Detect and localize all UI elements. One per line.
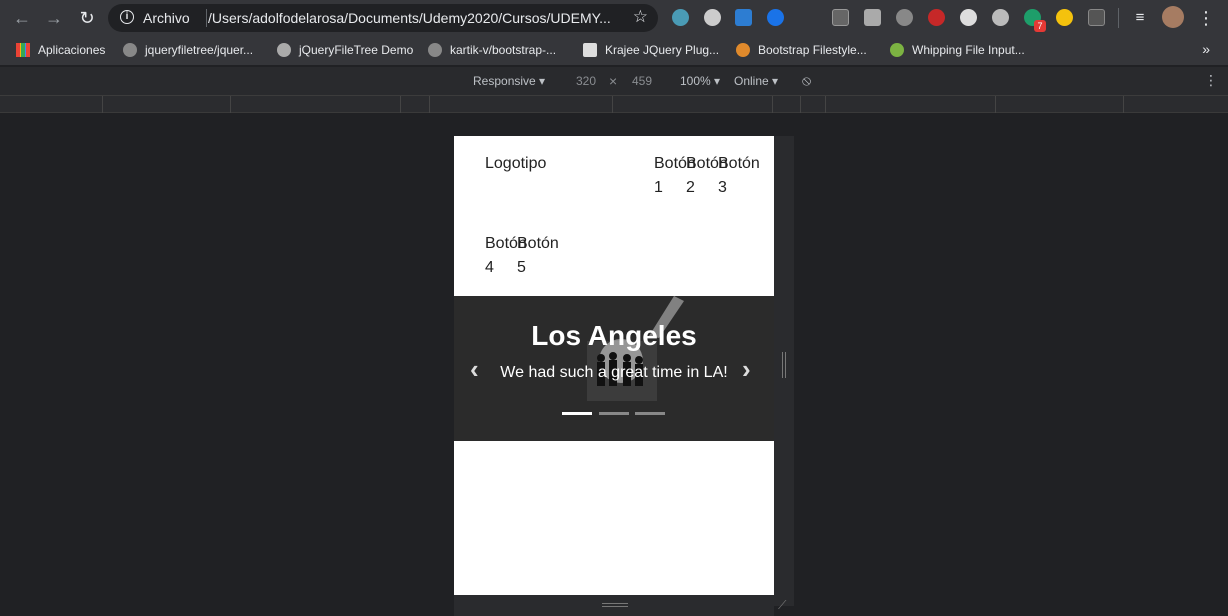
reload-icon[interactable]: ↻ (75, 6, 99, 30)
extension-search-icon[interactable] (1056, 9, 1073, 26)
bookmark-jqueryfiletree-demo[interactable]: jQueryFileTree Demo (277, 42, 413, 60)
bookmark-jqueryfiletree[interactable]: jqueryfiletree/jquer... (123, 42, 253, 60)
resize-handle-right[interactable] (774, 136, 794, 606)
github-icon (123, 43, 137, 57)
device-select[interactable]: Responsive ▾ (473, 74, 545, 88)
browser-toolbar: ← → ↻ i Archivo /Users/adolfodelarosa/Do… (0, 0, 1228, 36)
profile-avatar[interactable] (1162, 6, 1184, 28)
extension-table-icon[interactable] (864, 9, 881, 26)
reading-list-icon[interactable]: ≡ (1128, 6, 1152, 30)
carousel-title: Los Angeles (531, 320, 697, 351)
device-toolbar-menu-icon[interactable]: ⋮ (1204, 72, 1218, 89)
ruler-segment (996, 96, 1124, 113)
chrome-menu-icon[interactable]: ⋮ (1194, 6, 1218, 30)
krajee-k-icon (583, 43, 597, 57)
filestyle-icon (736, 43, 750, 57)
carousel-indicator-1[interactable] (562, 412, 592, 415)
emulated-page: Logotipo Botón 1 Botón 2 Botón 3 Botón 4… (454, 136, 774, 595)
back-arrow-icon[interactable]: ← (10, 6, 34, 30)
carousel-indicators (562, 412, 666, 415)
carousel-prev-icon[interactable]: ‹ (470, 354, 479, 385)
site-info-icon[interactable]: i (120, 10, 134, 24)
page-logo: Logotipo (485, 155, 547, 172)
carousel-indicator-3[interactable] (635, 412, 665, 415)
carousel-caption: We had such a great time in LA! (500, 364, 728, 381)
nav-button-5[interactable]: Botón 5 (517, 232, 563, 280)
resize-handle-bottom[interactable] (454, 595, 774, 616)
resize-grip (602, 603, 628, 607)
media-query-ruler (0, 96, 1228, 113)
extension-check-icon[interactable] (767, 9, 784, 26)
bookmark-star-icon[interactable]: ☆ (633, 7, 648, 27)
address-bar[interactable]: i Archivo /Users/adolfodelarosa/Document… (108, 4, 658, 32)
bookmark-kartik-bootstrap[interactable]: kartik-v/bootstrap-... (428, 42, 556, 60)
resize-corner-icon[interactable]: ⟋ (778, 598, 786, 613)
nav-button-3[interactable]: Botón 3 (718, 152, 764, 200)
nav-button-4[interactable]: Botón 4 (485, 232, 527, 280)
network-throttle-select[interactable]: Online ▾ (734, 74, 778, 88)
ruler-segment (613, 96, 773, 113)
leaf-icon (890, 43, 904, 57)
bookmark-aplicaciones[interactable]: Aplicaciones (16, 42, 105, 60)
bookmark-whipping-file-input[interactable]: Whipping File Input... (890, 42, 1025, 60)
github-icon (428, 43, 442, 57)
address-url[interactable]: /Users/adolfodelarosa/Documents/Udemy202… (208, 10, 611, 26)
ruler-segment (231, 96, 401, 113)
nav-button-1[interactable]: Botón 1 (654, 152, 696, 200)
apps-grid-icon (16, 43, 30, 57)
extension-1-icon[interactable] (672, 9, 689, 26)
viewport-width[interactable]: 320 (576, 74, 596, 88)
bookmark-bootstrap-filestyle[interactable]: Bootstrap Filestyle... (736, 42, 867, 60)
extension-2-icon[interactable] (704, 9, 721, 26)
ruler-segment (103, 96, 231, 113)
extension-terminal-icon[interactable] (832, 9, 849, 26)
bookmarks-overflow-icon[interactable]: » (1202, 41, 1210, 57)
extension-moon-icon[interactable] (960, 9, 977, 26)
extension-circle-icon[interactable] (896, 9, 913, 26)
ruler-segment (430, 96, 613, 113)
toolbar-divider (1118, 8, 1119, 28)
forward-arrow-icon[interactable]: → (42, 6, 66, 30)
carousel-indicator-2[interactable] (599, 412, 629, 415)
device-toolbar: Responsive ▾ 320 × 459 100% ▾ Online ▾ ⦸… (0, 67, 1228, 96)
dimension-times: × (609, 73, 618, 89)
nav-button-2[interactable]: Botón 2 (686, 152, 728, 200)
ruler-segment (773, 96, 801, 113)
resize-grip (782, 352, 786, 378)
bookmark-krajee[interactable]: Krajee JQuery Plug... (583, 42, 719, 60)
viewport-height[interactable]: 459 (632, 74, 652, 88)
ruler-segment (826, 96, 996, 113)
ruler-segment (801, 96, 826, 113)
ruler-segment (401, 96, 430, 113)
extension-s-icon[interactable] (735, 9, 752, 26)
extension-target-icon[interactable] (992, 9, 1009, 26)
zoom-select[interactable]: 100% ▾ (680, 74, 720, 88)
extension-off-icon[interactable] (928, 9, 945, 26)
globe-icon (277, 43, 291, 57)
address-divider (206, 9, 207, 27)
address-scheme-label: Archivo (143, 10, 190, 26)
carousel: Los Angeles We had such a great time in … (454, 296, 774, 441)
carousel-next-icon[interactable]: › (742, 354, 751, 385)
ruler-segment (0, 96, 103, 113)
bookmarks-bar: Aplicaciones jqueryfiletree/jquer... jQu… (0, 36, 1228, 66)
extension-code-icon[interactable] (1088, 9, 1105, 26)
extension-badge: 7 (1034, 20, 1046, 32)
rotate-icon[interactable]: ⦸ (802, 72, 811, 89)
